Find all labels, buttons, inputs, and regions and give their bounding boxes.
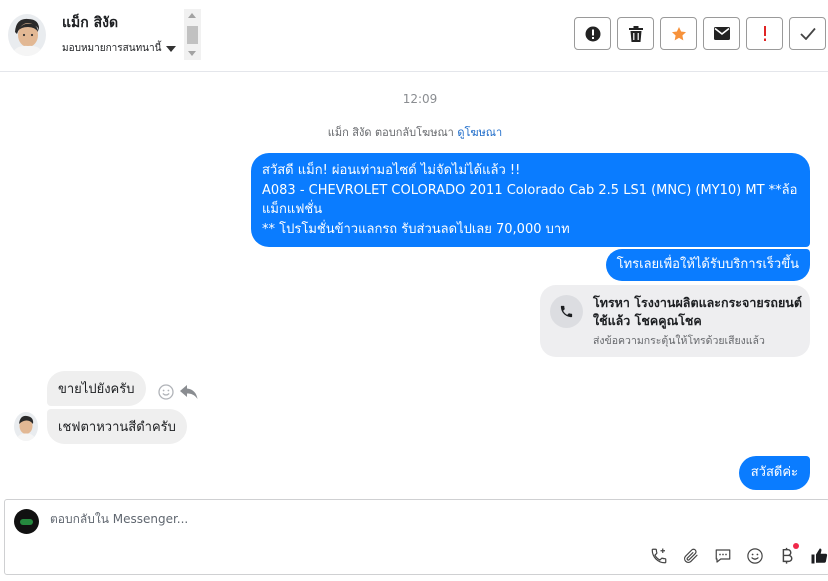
assign-conversation-dropdown[interactable]: มอบหมายการสนทนานี้ <box>62 41 177 56</box>
call-prompt-bubble[interactable]: โทรเลยเพื่อให้ได้รับบริการเร็วขึ้น <box>605 249 810 281</box>
notification-dot <box>793 543 799 549</box>
timestamp: 12:09 <box>402 92 438 106</box>
scroll-up-arrow-icon[interactable] <box>188 13 196 18</box>
contact-avatar[interactable] <box>8 14 46 56</box>
attachment-icon[interactable] <box>681 546 701 566</box>
call-card[interactable]: โทรหา โรงงานผลิตและกระจายรถยนต์ใช้แล้ว โ… <box>540 285 810 357</box>
phone-plus-icon[interactable] <box>649 546 669 566</box>
conversation-header: แม็ก สิงัด มอบหมายการสนทนานี้ <box>0 0 828 72</box>
contact-name: แม็ก สิงัด <box>62 15 119 31</box>
header-actions <box>574 17 826 50</box>
check-icon <box>799 27 816 40</box>
alert-circle-icon <box>585 26 600 41</box>
like-icon[interactable] <box>809 546 828 566</box>
reply-input[interactable] <box>50 512 610 526</box>
outgoing-message-bubble[interactable]: สวัสดีค่ะ <box>738 456 810 490</box>
spam-button[interactable] <box>574 17 611 50</box>
call-card-subtitle: ส่งข้อความกระตุ้นให้โทรด้วยเสียงแล้ว <box>593 335 765 347</box>
header-scrollbar[interactable] <box>184 9 201 60</box>
view-ad-link[interactable]: ดูโฆษณา <box>457 126 502 139</box>
emoji-icon[interactable] <box>745 546 765 566</box>
ad-notice-text: แม็ก สิงัด ตอบกลับโฆษณา <box>327 126 454 139</box>
message-text: สวัสดี แม็ก! ผ่อนเท่ามอไซด์ ไม่จัดไม่ได้… <box>262 163 798 237</box>
react-emoji-icon[interactable] <box>158 384 174 400</box>
done-button[interactable] <box>789 17 826 50</box>
composer-tools <box>649 543 828 566</box>
assign-label: มอบหมายการสนทนานี้ <box>62 43 162 54</box>
message-actions <box>158 384 198 400</box>
unread-button[interactable] <box>703 17 740 50</box>
exclamation-icon <box>763 25 766 41</box>
delete-button[interactable] <box>617 17 654 50</box>
reply-composer <box>4 499 828 575</box>
reply-arrow-icon[interactable] <box>180 385 198 399</box>
baht-icon[interactable] <box>777 543 799 566</box>
envelope-icon <box>713 27 730 40</box>
ad-reply-notice: แม็ก สิงัด ตอบกลับโฆษณา ดูโฆษณา <box>0 123 828 141</box>
incoming-message-bubble[interactable]: เชฟตาหวานสีดำครับ <box>47 409 187 444</box>
star-icon <box>671 26 686 40</box>
outgoing-message-bubble[interactable]: สวัสดี แม็ก! ผ่อนเท่ามอไซด์ ไม่จัดไม่ได้… <box>251 153 810 247</box>
caret-down-icon <box>166 45 177 52</box>
important-button[interactable] <box>746 17 783 50</box>
call-card-title: โทรหา โรงงานผลิตและกระจายรถยนต์ใช้แล้ว โ… <box>593 295 802 328</box>
page-avatar <box>14 509 39 534</box>
phone-icon <box>550 295 583 328</box>
trash-icon <box>628 25 643 42</box>
contact-avatar-small <box>14 412 38 441</box>
star-button[interactable] <box>660 17 697 50</box>
incoming-message-bubble[interactable]: ขายไปยังครับ <box>47 371 146 406</box>
scroll-down-arrow-icon[interactable] <box>188 51 196 56</box>
scroll-thumb[interactable] <box>187 26 198 44</box>
chat-icon[interactable] <box>713 546 733 566</box>
